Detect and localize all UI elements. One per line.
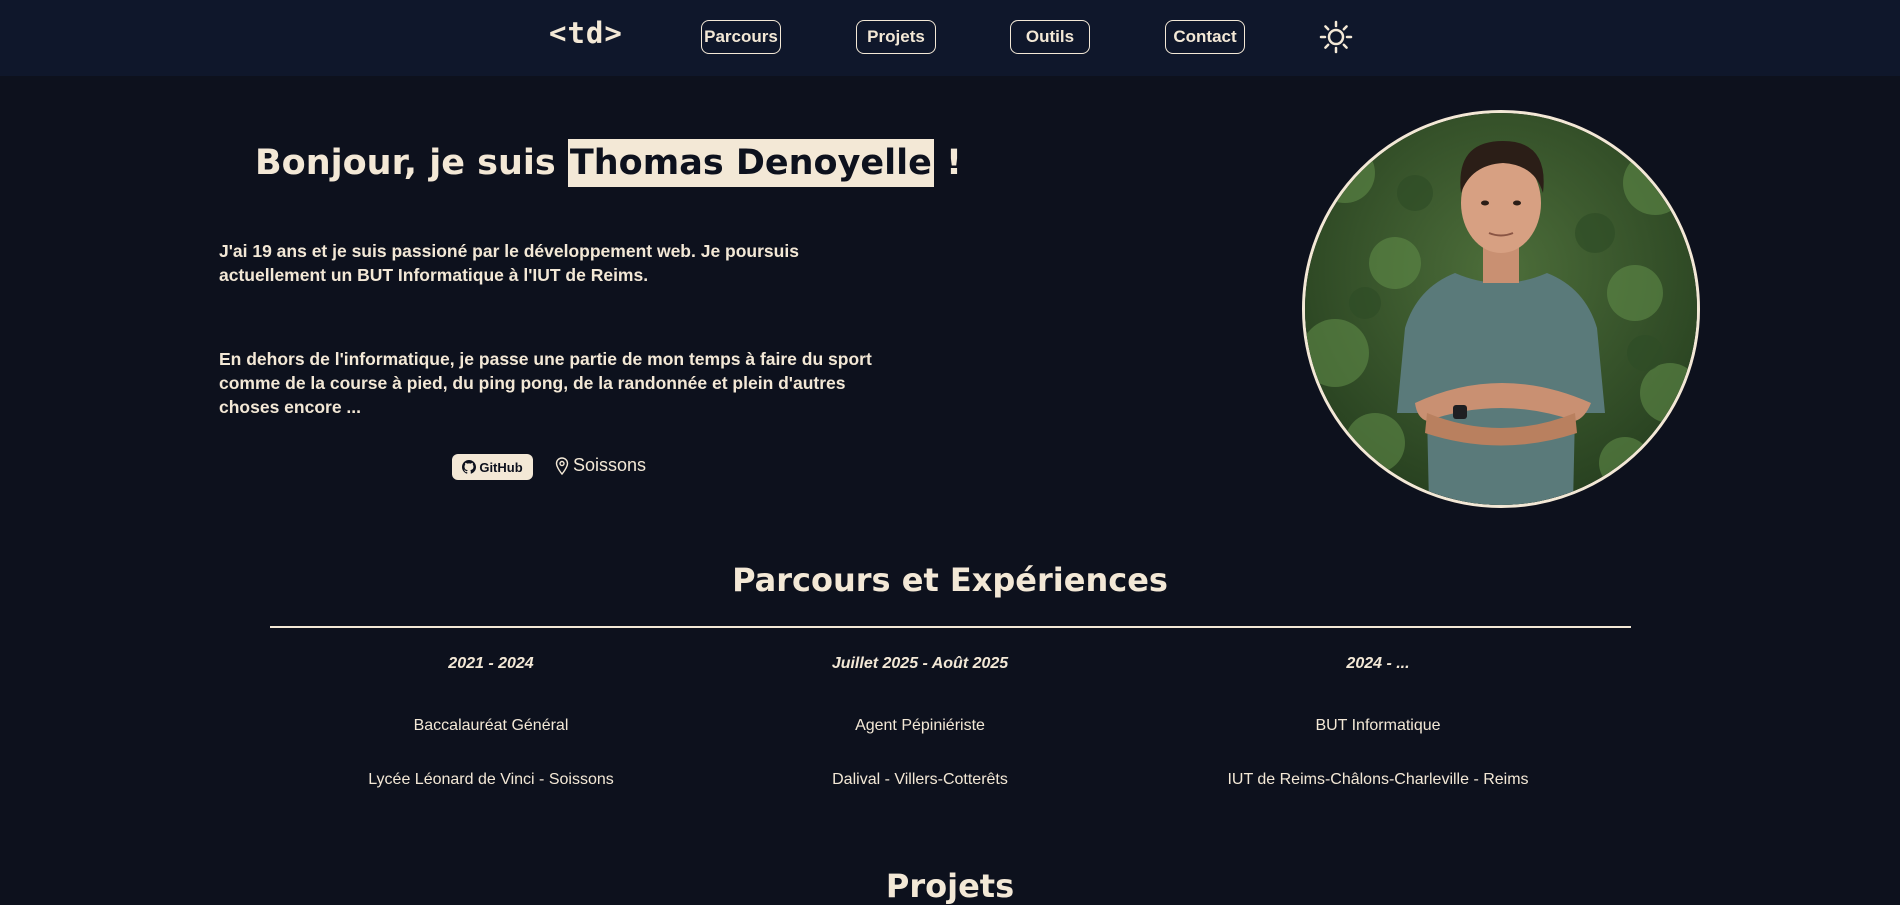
timeline-period: Juillet 2025 - Août 2025 (831, 655, 1009, 672)
sun-icon[interactable] (1319, 20, 1353, 54)
nav-parcours-button[interactable]: Parcours (701, 20, 781, 54)
site-logo[interactable]: <td> (549, 16, 623, 50)
timeline-period: 2024 - ... (1346, 655, 1410, 672)
nav-outils-label: Outils (1025, 27, 1075, 46)
nav-projets-label: Projets (867, 27, 925, 46)
timeline-place: Dalival - Villers-Cotterêts (832, 771, 1008, 788)
timeline-role: BUT Informatique (1315, 717, 1441, 734)
github-button[interactable]: GitHub (452, 454, 533, 480)
timeline-period: 2021 - 2024 (448, 655, 534, 672)
location: Soissons (555, 455, 646, 476)
nav-contact-label: Contact (1173, 27, 1237, 46)
nav-outils-button[interactable]: Outils (1010, 20, 1090, 54)
map-pin-icon (555, 456, 569, 475)
parcours-section-title: Parcours et Expériences (732, 561, 1168, 599)
hero-title: Bonjour, je suis Thomas Denoyelle ! (255, 139, 963, 187)
timeline-item: 2021 - 2024 Baccalauréat Général Lycée L… (261, 652, 721, 792)
timeline-item: 2024 - ... BUT Informatique IUT de Reims… (1148, 652, 1608, 792)
hero-intro-paragraph: J'ai 19 ans et je suis passioné par le d… (219, 241, 799, 285)
hero-greeting-prefix: Bonjour, je suis (255, 143, 568, 183)
profile-portrait-illustration (1305, 113, 1697, 505)
github-label: GitHub (479, 459, 523, 475)
location-label: Soissons (573, 455, 647, 475)
hero-greeting-suffix: ! (933, 143, 963, 183)
nav-projets-button[interactable]: Projets (856, 20, 936, 54)
hero-name-highlight: Thomas Denoyelle (567, 139, 934, 187)
nav-parcours-label: Parcours (704, 27, 778, 46)
timeline-place: Lycée Léonard de Vinci - Soissons (368, 771, 614, 788)
timeline-place: IUT de Reims-Châlons-Charleville - Reims (1227, 771, 1529, 788)
top-navbar: <td> Parcours Projets Outils Contact (0, 0, 1900, 76)
section-divider (270, 626, 1631, 628)
profile-photo (1302, 110, 1700, 508)
nav-contact-button[interactable]: Contact (1165, 20, 1245, 54)
timeline-role: Baccalauréat Général (413, 717, 569, 734)
github-icon (462, 460, 477, 474)
projets-section-title: Projets (885, 867, 1015, 905)
timeline-item: Juillet 2025 - Août 2025 Agent Pépiniéri… (690, 652, 1150, 792)
timeline-role: Agent Pépiniériste (855, 717, 985, 734)
hero-hobbies-paragraph: En dehors de l'informatique, je passe un… (219, 349, 872, 417)
